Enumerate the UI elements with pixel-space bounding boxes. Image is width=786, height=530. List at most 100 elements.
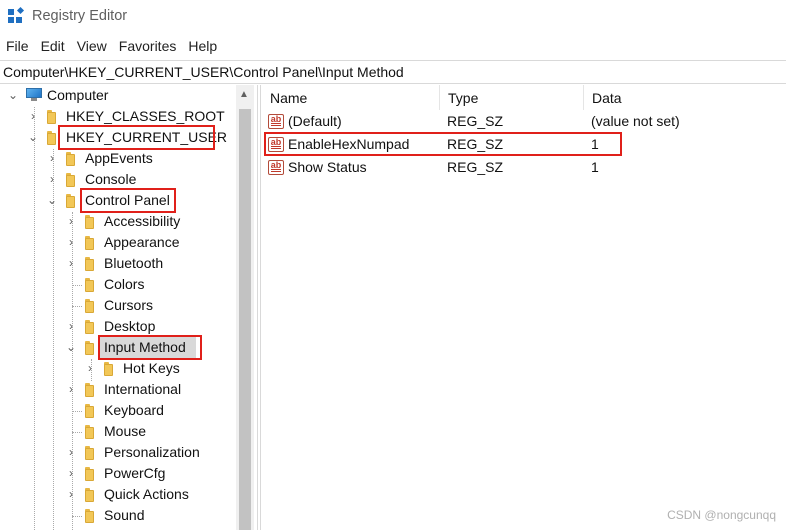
tree-item-label: Colors: [104, 276, 145, 292]
folder-icon: [66, 173, 75, 187]
folder-open-icon: [47, 131, 56, 145]
chevron-right-icon[interactable]: ›: [65, 487, 77, 501]
chevron-down-icon[interactable]: ⌄: [65, 340, 77, 354]
tree-item-label: Quick Actions: [104, 486, 189, 502]
tree-item-label: Appearance: [104, 234, 180, 250]
tree-item-international[interactable]: › International: [0, 379, 236, 400]
value-row[interactable]: ab (Default) REG_SZ (value not set): [262, 111, 786, 133]
tree-item-personalization[interactable]: › Personalization: [0, 442, 236, 463]
tree-item-colors[interactable]: Colors: [0, 274, 236, 295]
value-data: (value not set): [591, 113, 680, 129]
tree-item-label: Mouse: [104, 423, 147, 439]
chevron-down-icon[interactable]: ⌄: [7, 88, 19, 102]
tree-item-keyboard[interactable]: Keyboard: [0, 400, 236, 421]
tree-item-console[interactable]: › Console: [0, 169, 236, 190]
annotation-box-control-panel: [80, 188, 176, 213]
chevron-right-icon[interactable]: ›: [65, 256, 77, 270]
chevron-down-icon[interactable]: ⌄: [46, 193, 58, 207]
chevron-right-icon[interactable]: ›: [46, 151, 58, 165]
tree-item-label: AppEvents: [85, 150, 153, 166]
tree-item-hot-keys[interactable]: › Hot Keys: [0, 358, 236, 379]
tree-item-bluetooth[interactable]: › Bluetooth: [0, 253, 236, 274]
tree-item-appevents[interactable]: › AppEvents: [0, 148, 236, 169]
string-value-icon: ab: [268, 114, 284, 129]
column-header-type[interactable]: Type: [440, 85, 584, 110]
folder-open-icon: [66, 194, 75, 208]
computer-icon: [26, 88, 42, 102]
chevron-right-icon[interactable]: ›: [27, 109, 39, 123]
annotation-box-input-method: [98, 335, 202, 360]
chevron-right-icon[interactable]: ›: [65, 382, 77, 396]
tree-item-desktop[interactable]: › Desktop: [0, 316, 236, 337]
column-header-name[interactable]: Name: [262, 85, 440, 110]
tree-item-mouse[interactable]: Mouse: [0, 421, 236, 442]
menu-edit[interactable]: Edit: [35, 36, 71, 58]
chevron-right-icon[interactable]: ›: [84, 361, 96, 375]
title-bar: Registry Editor: [0, 0, 786, 34]
tree-item-label: Accessibility: [104, 213, 181, 229]
value-type: REG_SZ: [447, 159, 504, 175]
folder-icon: [85, 425, 94, 439]
tree-item-label: International: [104, 381, 182, 397]
tree-item-appearance[interactable]: › Appearance: [0, 232, 236, 253]
chevron-right-icon[interactable]: ›: [65, 214, 77, 228]
registry-editor-icon: [8, 6, 26, 25]
key-tree[interactable]: ⌄ Computer › HKEY_CLASSES_ROOT ⌄ HKEY_CU…: [0, 85, 236, 530]
address-bar[interactable]: Computer\HKEY_CURRENT_USER\Control Panel…: [0, 60, 786, 84]
menu-file[interactable]: File: [0, 36, 35, 58]
tree-item-label: PowerCfg: [104, 465, 166, 481]
folder-icon: [85, 320, 94, 334]
watermark: CSDN @nongcunqq: [667, 508, 776, 522]
scroll-up-arrow-icon[interactable]: ▲: [239, 89, 249, 100]
annotation-box-hkey-current-user: [58, 125, 215, 150]
folder-icon: [85, 278, 94, 292]
tree-item-label: Desktop: [104, 318, 156, 334]
annotation-box-enablehexnumpad: [264, 132, 622, 156]
folder-icon: [85, 215, 94, 229]
tree-item-accessibility[interactable]: › Accessibility: [0, 211, 236, 232]
value-row[interactable]: ab Show Status REG_SZ 1: [262, 157, 786, 179]
address-path[interactable]: Computer\HKEY_CURRENT_USER\Control Panel…: [3, 64, 404, 80]
folder-icon: [85, 404, 94, 418]
folder-icon: [85, 257, 94, 271]
tree-item-quick-actions[interactable]: › Quick Actions: [0, 484, 236, 505]
tree-item-cursors[interactable]: Cursors: [0, 295, 236, 316]
value-list[interactable]: Name Type Data ab (Default) REG_SZ (valu…: [262, 85, 786, 530]
tree-item-label: Console: [85, 171, 137, 187]
tree-item-label: Computer: [47, 87, 109, 103]
menu-view[interactable]: View: [71, 36, 113, 58]
folder-open-icon: [85, 341, 94, 355]
tree-item-powercfg[interactable]: › PowerCfg: [0, 463, 236, 484]
tree-item-label: Keyboard: [104, 402, 164, 418]
tree-scrollbar[interactable]: ▲: [236, 85, 254, 530]
folder-icon: [85, 467, 94, 481]
tree-item-label: Hot Keys: [123, 360, 180, 376]
value-name: (Default): [288, 113, 342, 129]
tree-item-label: Cursors: [104, 297, 154, 313]
value-data: 1: [591, 159, 599, 175]
tree-item-label: Personalization: [104, 444, 200, 460]
chevron-right-icon[interactable]: ›: [65, 466, 77, 480]
chevron-right-icon[interactable]: ›: [46, 172, 58, 186]
folder-icon: [85, 509, 94, 523]
menu-bar: File Edit View Favorites Help: [0, 36, 223, 58]
scrollbar-thumb[interactable]: [239, 109, 251, 530]
chevron-right-icon[interactable]: ›: [65, 319, 77, 333]
chevron-right-icon[interactable]: ›: [65, 235, 77, 249]
pane-splitter[interactable]: [257, 85, 261, 530]
tree-item-computer[interactable]: ⌄ Computer: [0, 85, 236, 106]
tree-item-sound[interactable]: Sound: [0, 505, 236, 526]
menu-favorites[interactable]: Favorites: [113, 36, 183, 58]
tree-item-label: Bluetooth: [104, 255, 164, 271]
chevron-right-icon[interactable]: ›: [65, 445, 77, 459]
tree-item-hkey-classes-root[interactable]: › HKEY_CLASSES_ROOT: [0, 106, 236, 127]
chevron-down-icon[interactable]: ⌄: [27, 130, 39, 144]
folder-icon: [85, 383, 94, 397]
column-header-data[interactable]: Data: [584, 85, 786, 110]
folder-icon: [85, 446, 94, 460]
tree-item-label: HKEY_CLASSES_ROOT: [66, 108, 225, 124]
folder-icon: [85, 488, 94, 502]
menu-help[interactable]: Help: [182, 36, 223, 58]
folder-icon: [47, 110, 56, 124]
folder-icon: [85, 236, 94, 250]
